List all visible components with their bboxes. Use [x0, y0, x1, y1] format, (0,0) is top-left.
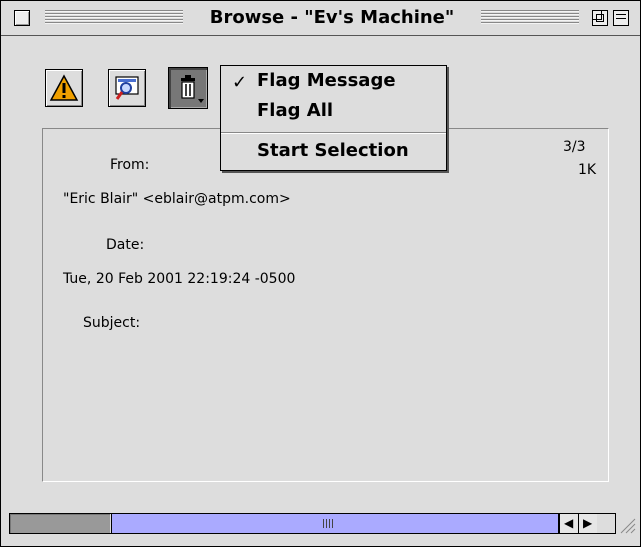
grip-icon	[323, 519, 333, 528]
resize-grip-icon[interactable]	[617, 515, 637, 535]
collapse-box-button[interactable]	[613, 10, 629, 26]
search-button[interactable]	[108, 69, 146, 107]
title-bar-stripes-left	[45, 10, 183, 24]
message-size: 1K	[578, 162, 597, 178]
scroll-thumb[interactable]	[111, 514, 559, 533]
browse-window: Browse - "Ev's Machine" From: "Eric Blai…	[0, 0, 641, 547]
menu-item-start-selection[interactable]: Start Selection	[257, 140, 409, 161]
window-title: Browse - "Ev's Machine"	[209, 7, 455, 28]
scroll-right-button[interactable]: ▶	[578, 514, 597, 533]
scroll-track[interactable]	[10, 514, 110, 533]
date-value: Tue, 20 Feb 2001 22:19:24 -0500	[63, 271, 296, 287]
from-label: From:	[110, 157, 150, 173]
message-counter: 3/3	[563, 139, 586, 155]
flag-menu: ✓ Flag Message Flag All Start Selection	[220, 65, 447, 171]
zoom-box-button[interactable]	[592, 10, 608, 26]
warning-icon	[49, 74, 79, 101]
left-arrow-icon: ◀	[564, 516, 574, 530]
from-value: "Eric Blair" <eblair@atpm.com>	[63, 191, 291, 207]
menu-item-flag-message[interactable]: Flag Message	[257, 70, 396, 91]
title-bar-stripes-right	[481, 10, 579, 24]
close-box-button[interactable]	[14, 10, 30, 26]
scroll-left-button[interactable]: ◀	[559, 514, 578, 533]
message-panel: From: "Eric Blair" <eblair@atpm.com> Dat…	[42, 128, 609, 482]
menu-item-flag-all[interactable]: Flag All	[257, 100, 333, 121]
title-bar[interactable]: Browse - "Ev's Machine"	[1, 1, 640, 36]
subject-label: Subject:	[83, 315, 141, 331]
search-icon	[115, 76, 139, 100]
menu-divider	[221, 132, 446, 134]
trash-button[interactable]	[168, 67, 208, 109]
right-arrow-icon: ▶	[583, 516, 593, 530]
warning-button[interactable]	[45, 69, 83, 107]
checkmark-icon: ✓	[232, 72, 248, 93]
trash-icon	[181, 75, 204, 103]
horizontal-scrollbar[interactable]: ◀ ▶	[9, 513, 616, 534]
date-label: Date:	[106, 237, 145, 253]
